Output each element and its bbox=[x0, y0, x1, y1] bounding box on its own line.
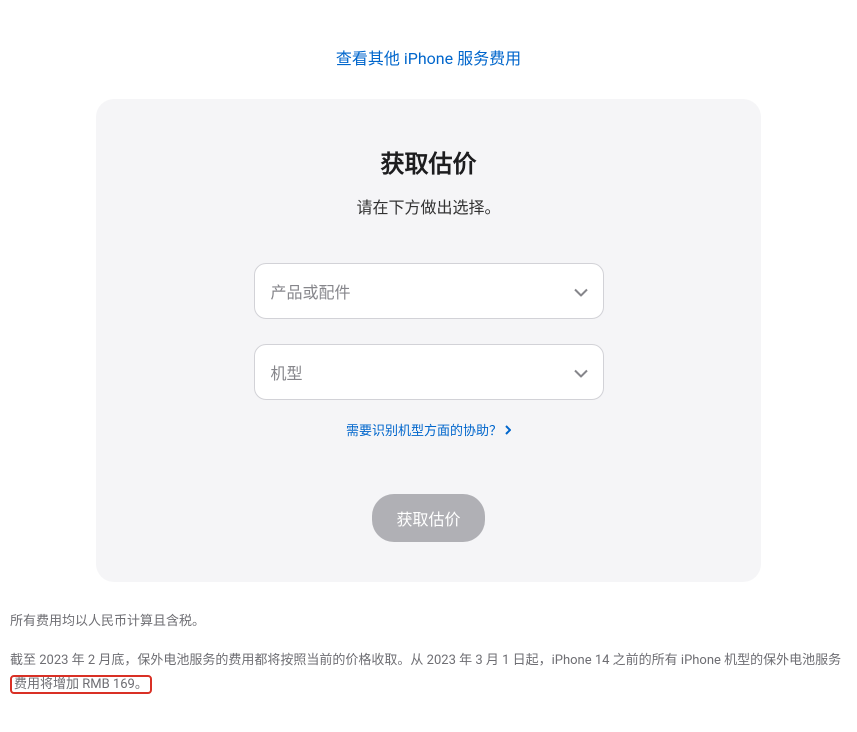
help-link-row: 需要识别机型方面的协助？ bbox=[136, 420, 721, 439]
other-iphone-services-link[interactable]: 查看其他 iPhone 服务费用 bbox=[336, 49, 521, 68]
help-link-label: 需要识别机型方面的协助？ bbox=[346, 420, 502, 439]
estimate-card: 获取估价 请在下方做出选择。 产品或配件 机型 需要识别机型方面的协助？ 获取估… bbox=[96, 99, 761, 582]
model-select[interactable]: 机型 bbox=[254, 344, 604, 400]
footer-line-2: 截至 2023 年 2 月底，保外电池服务的费用都将按照当前的价格收取。从 20… bbox=[10, 649, 847, 696]
model-select-placeholder: 机型 bbox=[271, 360, 303, 384]
footer-line-1: 所有费用均以人民币计算且含税。 bbox=[10, 610, 847, 633]
product-select-wrapper: 产品或配件 bbox=[254, 263, 604, 319]
footer-line-2-part1: 截至 2023 年 2 月底，保外电池服务的费用都将按照当前的价格收取。从 20… bbox=[10, 653, 841, 668]
submit-row: 获取估价 bbox=[136, 494, 721, 542]
product-select-placeholder: 产品或配件 bbox=[271, 279, 351, 303]
get-estimate-button[interactable]: 获取估价 bbox=[372, 494, 484, 542]
footer-highlight: 费用将增加 RMB 169。 bbox=[10, 675, 152, 694]
top-link-container: 查看其他 iPhone 服务费用 bbox=[10, 45, 847, 69]
identify-model-help-link[interactable]: 需要识别机型方面的协助？ bbox=[346, 420, 511, 439]
footer-text: 所有费用均以人民币计算且含税。 截至 2023 年 2 月底，保外电池服务的费用… bbox=[10, 610, 847, 696]
product-select[interactable]: 产品或配件 bbox=[254, 263, 604, 319]
card-subtitle: 请在下方做出选择。 bbox=[136, 194, 721, 218]
model-select-wrapper: 机型 bbox=[254, 344, 604, 400]
card-title: 获取估价 bbox=[136, 144, 721, 179]
chevron-right-icon bbox=[505, 425, 511, 435]
